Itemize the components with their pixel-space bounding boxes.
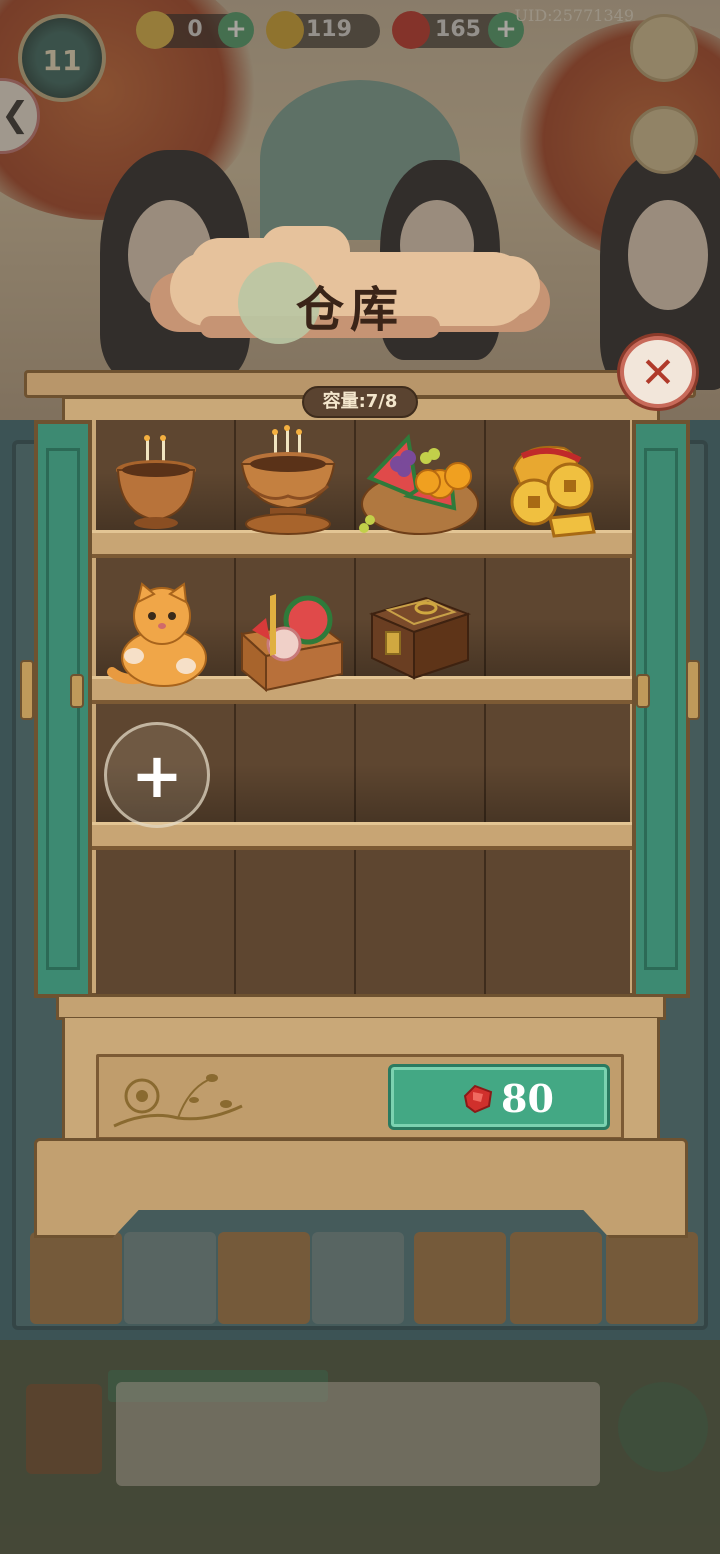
ruby-gem-icon <box>463 1084 493 1114</box>
title-banner: 仓库 <box>150 226 550 352</box>
door-handle <box>636 674 650 708</box>
door-handle <box>70 674 84 708</box>
cabinet-door-left <box>34 420 92 998</box>
incense-burner-icon <box>116 435 196 529</box>
close-icon: ✕ <box>640 348 676 397</box>
item-orange-cat[interactable] <box>104 582 216 692</box>
add-slot-button[interactable]: + <box>104 722 210 828</box>
expand-capacity-button[interactable]: 80 <box>388 1064 610 1130</box>
cabinet-door-right <box>632 420 690 998</box>
cat-icon <box>107 582 207 687</box>
fruit-basket-icon <box>359 433 479 535</box>
cabinet-base-ledge <box>56 994 666 1020</box>
gift-crate-icon <box>239 594 345 693</box>
item-watermelon-gift-crate[interactable] <box>236 590 348 694</box>
item-treasure-chest[interactable] <box>368 592 472 684</box>
item-incense-burner-small[interactable] <box>106 428 216 538</box>
lotus-burner-icon <box>240 425 336 535</box>
dialog-title: 仓库 <box>295 282 404 338</box>
close-button[interactable]: ✕ <box>620 336 696 408</box>
item-lotus-incense-burner[interactable] <box>232 424 344 544</box>
capacity-label: 容量:7/8 <box>302 386 418 418</box>
expand-cost: 80 <box>501 1076 554 1121</box>
plus-icon: + <box>131 739 183 812</box>
floral-ornament-icon <box>113 1074 243 1128</box>
treasure-chest-icon <box>369 596 471 680</box>
door-hinge <box>20 660 34 720</box>
item-lucky-coin-pouch[interactable] <box>494 438 610 544</box>
coin-pouch-icon <box>510 446 596 538</box>
door-hinge <box>686 660 700 720</box>
item-fruit-basket[interactable] <box>358 428 482 544</box>
